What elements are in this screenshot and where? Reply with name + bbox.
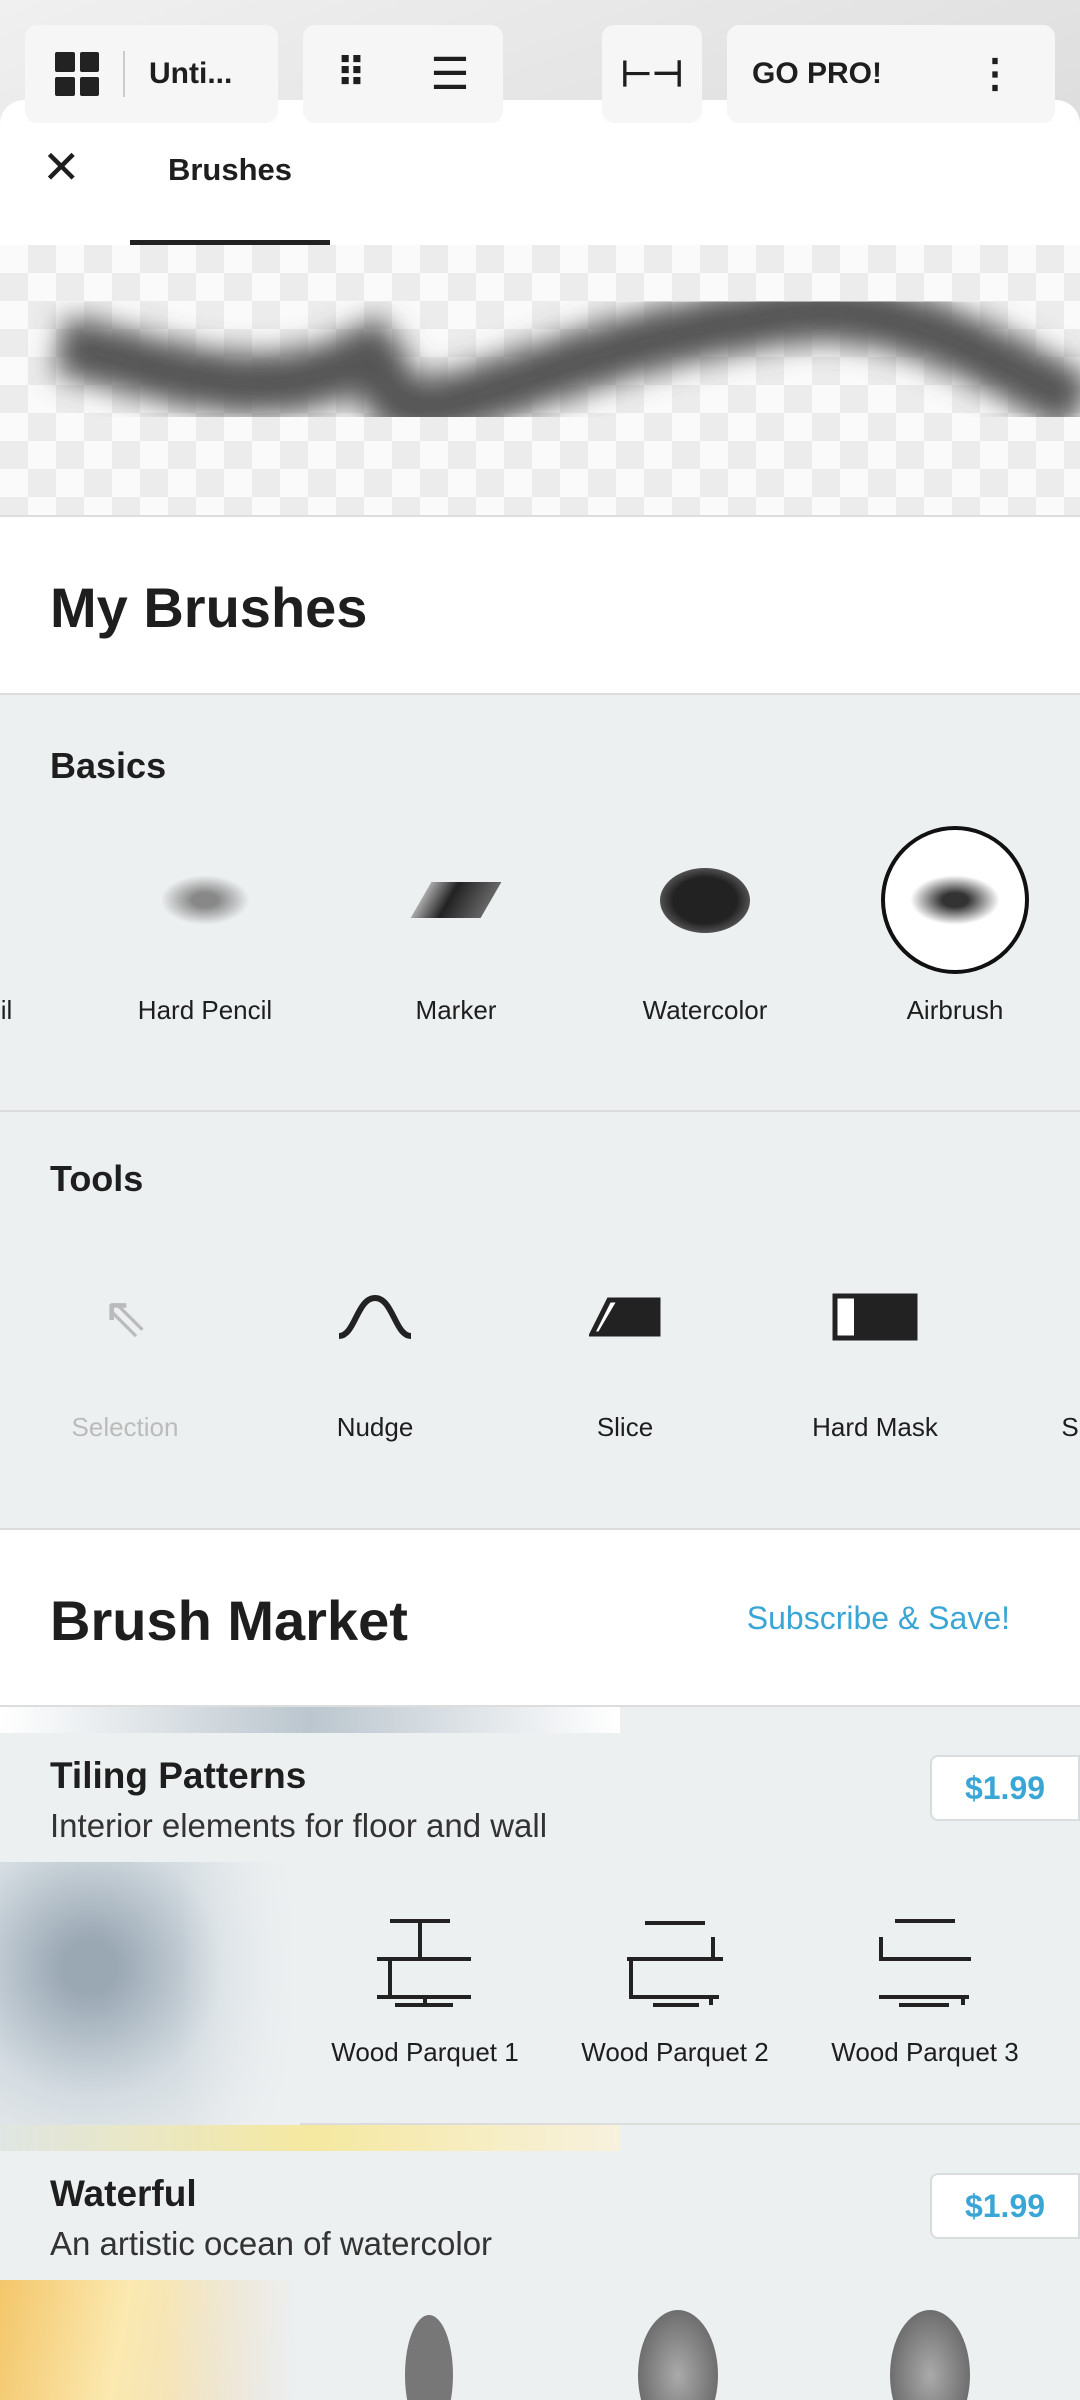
parquet-icon bbox=[377, 1919, 471, 2007]
tool-item-slice[interactable]: Slice bbox=[505, 1242, 745, 1443]
price-button[interactable]: $1.99 bbox=[930, 2173, 1080, 2239]
pack-tiling-patterns[interactable]: Tiling Patterns Interior elements for fl… bbox=[0, 1707, 1080, 2125]
tool-label: Selection bbox=[71, 1412, 179, 1442]
watercolor-icon bbox=[660, 867, 750, 933]
price-label: $1.99 bbox=[964, 2187, 1046, 2224]
go-pro-group: GO PRO! ⋮ bbox=[727, 25, 1055, 123]
section-title: My Brushes bbox=[50, 576, 368, 639]
toolbar-file-group: Unti... bbox=[25, 25, 278, 123]
pack-subtitle: Interior elements for floor and wall bbox=[50, 1807, 548, 1844]
brush-item-airbrush[interactable]: Airbrush bbox=[835, 825, 1075, 1026]
pack-preview-image bbox=[0, 2280, 300, 2400]
tool-item-selection[interactable]: ⇖ Selection bbox=[5, 1242, 245, 1443]
gallery-icon[interactable] bbox=[55, 52, 99, 96]
pack-waterful[interactable]: Waterful An artistic ocean of watercolor… bbox=[0, 2125, 1080, 2400]
hard-mask-icon bbox=[832, 1293, 918, 1341]
hard-pencil-icon bbox=[160, 875, 250, 925]
pack-title: Waterful bbox=[50, 2173, 197, 2214]
brush-stroke-preview bbox=[0, 245, 1080, 517]
brush-label: Watercolor bbox=[642, 995, 768, 1025]
basics-section: Basics cil Hard Pencil Marker Watercolor… bbox=[0, 695, 1080, 1112]
brush-market-header: Brush Market Subscribe & Save! bbox=[0, 1530, 1080, 1707]
grid-dots-icon[interactable]: ⠿ bbox=[336, 51, 365, 97]
brush-item-marker[interactable]: Marker bbox=[336, 825, 576, 1026]
airbrush-icon bbox=[881, 826, 1029, 974]
brushes-panel: ✕ Brushes My Brushes Basics cil Hard Pen… bbox=[0, 100, 1080, 2400]
pack-subtitle: An artistic ocean of watercolor bbox=[50, 2225, 493, 2262]
brush-label: Airbrush bbox=[906, 995, 1004, 1025]
brush-label: Hard Pencil bbox=[137, 995, 273, 1025]
pack-banner-image bbox=[0, 1707, 620, 1733]
watercolor-brush-icon bbox=[405, 2315, 453, 2400]
brush-label: Marker bbox=[415, 995, 497, 1025]
close-icon[interactable]: ✕ bbox=[42, 140, 81, 194]
go-pro-button[interactable]: GO PRO! bbox=[752, 57, 882, 91]
brush-label: Wood Parquet 1 bbox=[331, 2037, 519, 2067]
subscribe-link[interactable]: Subscribe & Save! bbox=[747, 1600, 1010, 1637]
watercolor-brush-icon bbox=[890, 2310, 970, 2400]
ruler-icon: ⊢⊣ bbox=[620, 53, 684, 94]
brush-label: Wood Parquet 2 bbox=[581, 2037, 769, 2067]
tools-section: Tools ⇖ Selection Nudge Slice Hard Mask S bbox=[0, 1112, 1080, 1530]
pack-title: Tiling Patterns bbox=[50, 1755, 307, 1796]
symmetry-button[interactable]: ⊢⊣ bbox=[602, 25, 702, 123]
tool-label: Nudge bbox=[336, 1412, 414, 1442]
price-label: $1.99 bbox=[964, 1769, 1046, 1806]
tool-label: Slice bbox=[596, 1412, 654, 1442]
more-icon[interactable]: ⋮ bbox=[975, 51, 1015, 97]
brush-item-wood-parquet-1[interactable]: Wood Parquet 1 bbox=[305, 1907, 545, 2068]
document-title[interactable]: Unti... bbox=[149, 57, 232, 91]
tool-label: S bbox=[1061, 1412, 1079, 1442]
section-title: Brush Market bbox=[50, 1589, 408, 1652]
brush-label: Wood Parquet 3 bbox=[831, 2037, 1019, 2067]
tool-item[interactable]: S bbox=[950, 1242, 1080, 1443]
parquet-icon bbox=[879, 1919, 971, 2007]
parquet-icon bbox=[627, 1921, 723, 2007]
marker-icon bbox=[410, 882, 502, 918]
brush-item-wood-parquet-2[interactable]: Wood Parquet 2 bbox=[555, 1907, 795, 2068]
my-brushes-header: My Brushes bbox=[0, 517, 1080, 695]
stroke-preview-graphic bbox=[54, 281, 1080, 438]
tool-item-nudge[interactable]: Nudge bbox=[255, 1242, 495, 1443]
category-title: Tools bbox=[50, 1158, 144, 1199]
nudge-icon bbox=[338, 1294, 412, 1339]
layers-icon[interactable]: ☰ bbox=[430, 49, 469, 100]
cursor-icon: ⇖ bbox=[101, 1285, 149, 1348]
brush-item-hard-pencil[interactable]: Hard Pencil bbox=[85, 825, 325, 1026]
price-button[interactable]: $1.99 bbox=[930, 1755, 1080, 1821]
watercolor-brush-icon bbox=[638, 2310, 718, 2400]
toolbar-tools-group: ⠿ ☰ bbox=[303, 25, 503, 123]
category-title: Basics bbox=[50, 745, 167, 786]
pack-banner-image bbox=[0, 2125, 620, 2151]
brush-item-watercolor[interactable]: Watercolor bbox=[585, 825, 825, 1026]
tab-label: Brushes bbox=[167, 152, 293, 187]
slice-icon bbox=[589, 1297, 661, 1337]
pack-preview-image bbox=[0, 1862, 300, 2125]
brush-item-wood-parquet-3[interactable]: Wood Parquet 3 bbox=[805, 1907, 1045, 2068]
divider bbox=[123, 51, 125, 97]
